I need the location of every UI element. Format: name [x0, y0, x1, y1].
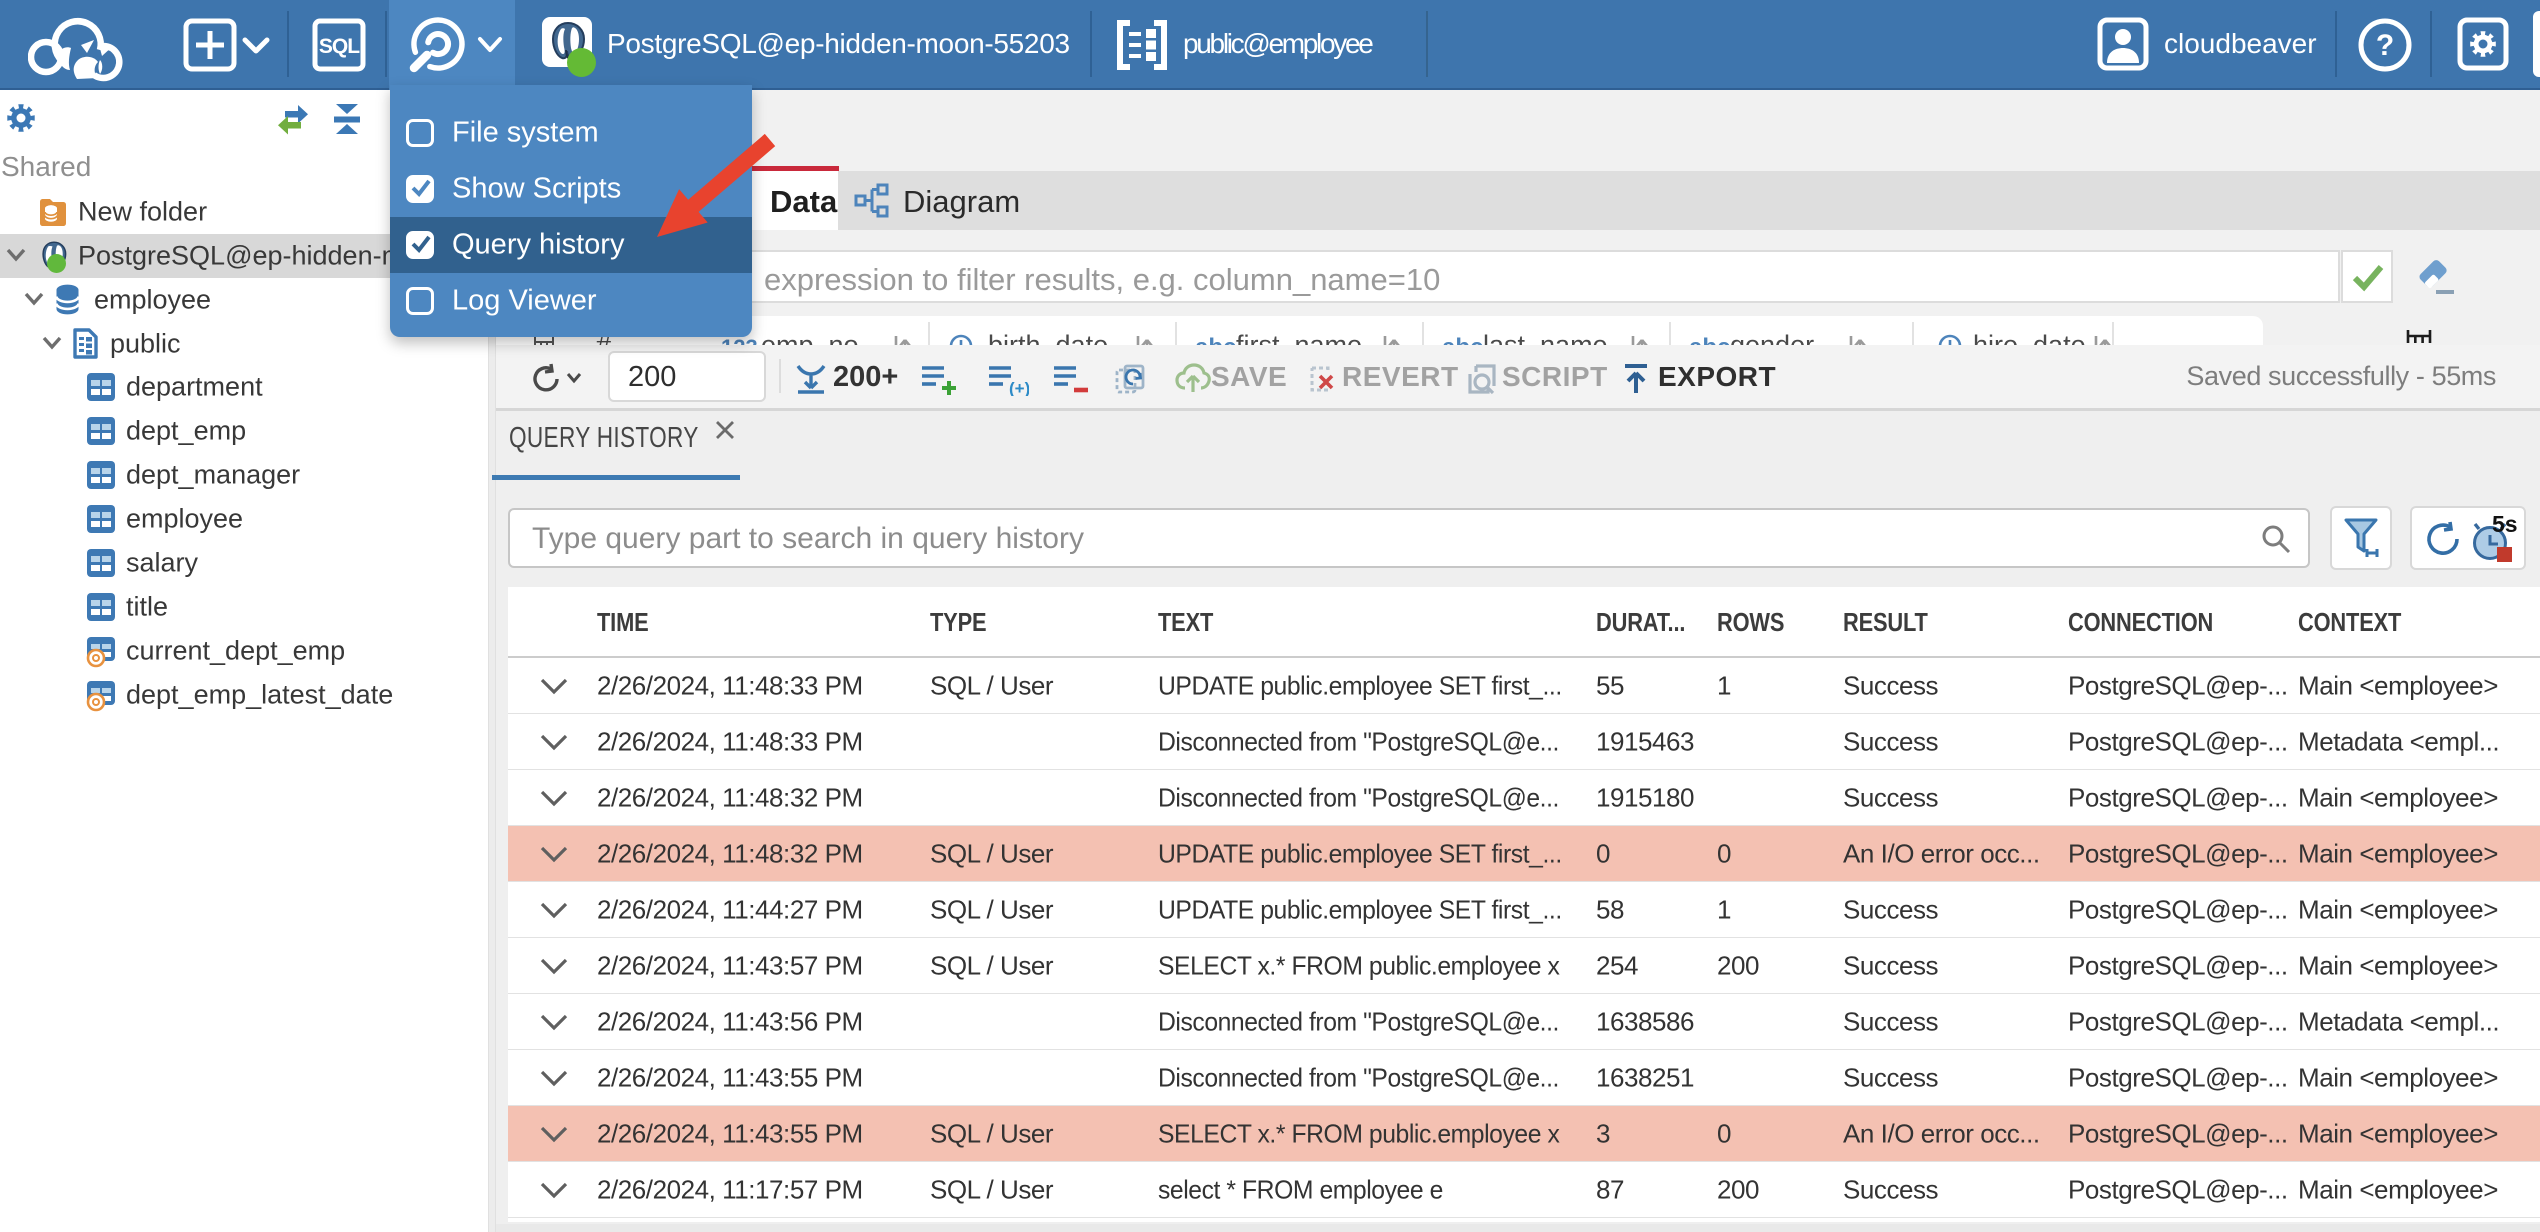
- svg-text:?: ?: [2376, 29, 2394, 62]
- svg-text:5s: 5s: [2492, 514, 2518, 537]
- svg-text:(+): (+): [1009, 379, 1029, 396]
- svg-text:SQL: SQL: [319, 35, 360, 58]
